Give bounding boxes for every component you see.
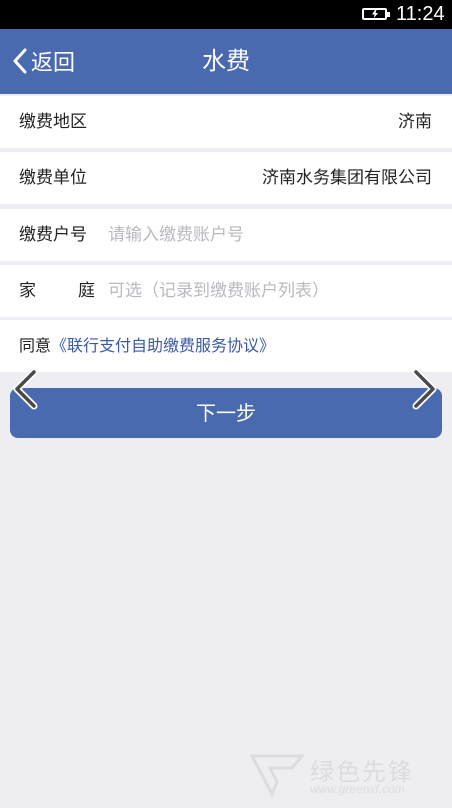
status-time: 11:24 <box>396 3 445 25</box>
header-bar: 返回 水费 <box>0 29 452 94</box>
agreement-prefix: 同意 <box>19 336 52 355</box>
agreement-text: 同意《联行支付自助缴费服务协议》 <box>19 320 275 372</box>
family-label: 家 庭 <box>19 265 95 317</box>
company-row[interactable]: 缴费单位 济南水务集团有限公司 <box>0 152 452 204</box>
watermark-url: www.greenxf.com <box>310 782 405 796</box>
battery-charging-icon <box>362 8 390 20</box>
company-value: 济南水务集团有限公司 <box>262 168 432 188</box>
page: 11:24 返回 水费 缴费地区 济南 缴费单位 济南水务集团有限公司 缴费户号… <box>0 0 452 808</box>
watermark: 绿色先锋 www.greenxf.com <box>248 750 448 802</box>
chevron-left-icon <box>13 48 27 74</box>
family-label-part2: 庭 <box>78 281 95 301</box>
account-input[interactable] <box>108 219 428 251</box>
company-label: 缴费单位 <box>19 168 87 188</box>
region-row[interactable]: 缴费地区 济南 <box>0 96 452 148</box>
arrow-right-icon[interactable] <box>410 368 440 410</box>
status-bar: 11:24 <box>0 0 452 29</box>
arrow-left-icon[interactable] <box>10 368 40 410</box>
next-step-button[interactable]: 下一步 <box>10 388 442 438</box>
family-label-part1: 家 <box>19 281 36 301</box>
back-label: 返回 <box>31 51 76 76</box>
watermark-logo-icon <box>249 754 306 798</box>
back-button[interactable]: 返回 <box>12 43 75 79</box>
region-value: 济南 <box>398 112 432 132</box>
family-row: 家 庭 <box>0 265 452 317</box>
account-label: 缴费户号 <box>19 225 87 245</box>
agreement-row: 同意《联行支付自助缴费服务协议》 <box>0 320 452 372</box>
account-row: 缴费户号 <box>0 209 452 261</box>
agreement-link[interactable]: 《联行支付自助缴费服务协议》 <box>51 336 275 355</box>
family-input[interactable] <box>108 275 428 307</box>
region-label: 缴费地区 <box>19 112 87 132</box>
